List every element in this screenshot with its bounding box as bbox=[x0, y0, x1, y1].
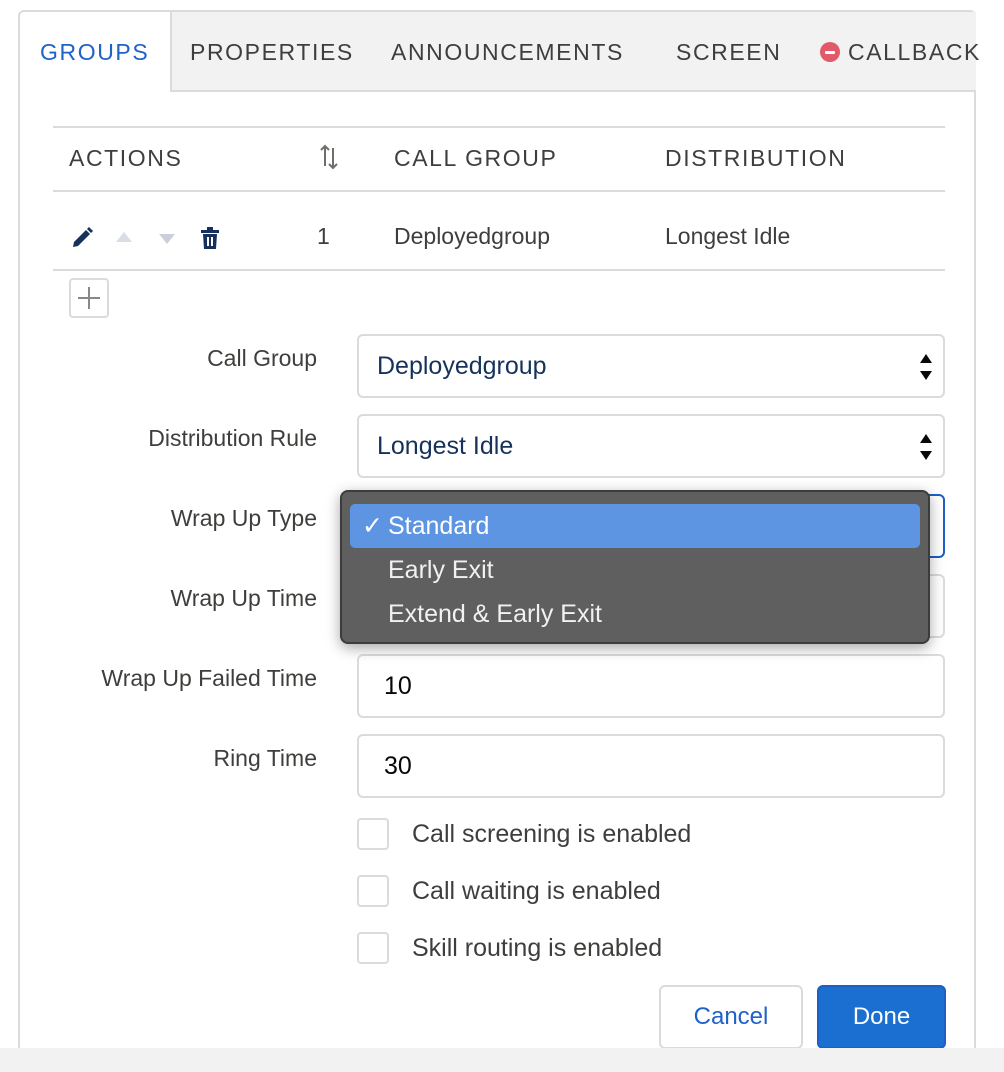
dropdown-option-label: Standard bbox=[388, 512, 490, 540]
row-call-group: Deployedgroup bbox=[394, 223, 551, 249]
call-group-value: Deployedgroup bbox=[377, 352, 547, 380]
dropdown-option-early-exit[interactable]: Early Exit bbox=[350, 548, 920, 592]
header-actions: ACTIONS bbox=[69, 145, 183, 171]
select-arrows-icon bbox=[920, 434, 932, 460]
distribution-rule-select[interactable]: Longest Idle bbox=[357, 414, 945, 478]
call-waiting-checkbox[interactable] bbox=[357, 875, 389, 907]
call-screening-checkbox[interactable] bbox=[357, 818, 389, 850]
plus-icon bbox=[78, 287, 100, 309]
trash-icon[interactable] bbox=[200, 226, 220, 255]
cancel-button[interactable]: Cancel bbox=[659, 985, 803, 1049]
pencil-icon[interactable] bbox=[70, 226, 94, 255]
distribution-rule-value: Longest Idle bbox=[377, 432, 514, 460]
call-group-label: Call Group bbox=[207, 345, 317, 371]
header-distribution: DISTRIBUTION bbox=[665, 145, 847, 171]
table-header-border bbox=[53, 190, 945, 192]
wrap-up-failed-time-label: Wrap Up Failed Time bbox=[101, 665, 317, 691]
header-call-group: CALL GROUP bbox=[394, 145, 558, 171]
arrow-down-icon[interactable] bbox=[157, 232, 177, 251]
dropdown-option-standard[interactable]: ✓ Standard bbox=[350, 504, 920, 548]
table-bottom-border bbox=[53, 269, 945, 271]
skill-routing-checkbox[interactable] bbox=[357, 932, 389, 964]
ring-time-input[interactable]: 30 bbox=[357, 734, 945, 798]
row-order: 1 bbox=[317, 223, 330, 249]
distribution-rule-label: Distribution Rule bbox=[148, 425, 317, 451]
tab-callback[interactable]: CALLBACK bbox=[820, 12, 981, 92]
wrap-up-type-dropdown: ✓ Standard Early Exit Extend & Early Exit bbox=[340, 490, 930, 644]
dropdown-option-label: Extend & Early Exit bbox=[388, 600, 602, 628]
checkmark-icon: ✓ bbox=[362, 512, 383, 540]
add-group-button[interactable] bbox=[69, 278, 109, 318]
select-arrows-icon bbox=[920, 354, 932, 380]
tab-announcements[interactable]: ANNOUNCEMENTS bbox=[391, 12, 624, 92]
call-group-select[interactable]: Deployedgroup bbox=[357, 334, 945, 398]
tab-bar: GROUPS PROPERTIES ANNOUNCEMENTS SCREEN C… bbox=[20, 12, 979, 92]
skill-routing-label[interactable]: Skill routing is enabled bbox=[412, 932, 662, 964]
ring-time-label: Ring Time bbox=[213, 745, 317, 771]
tab-groups[interactable]: GROUPS bbox=[20, 12, 172, 92]
call-waiting-label[interactable]: Call waiting is enabled bbox=[412, 875, 661, 907]
dropdown-option-label: Early Exit bbox=[388, 556, 494, 584]
arrow-up-icon[interactable] bbox=[114, 230, 134, 249]
call-screening-label[interactable]: Call screening is enabled bbox=[412, 818, 691, 850]
tab-callback-label: CALLBACK bbox=[848, 39, 981, 65]
row-distribution: Longest Idle bbox=[665, 223, 791, 249]
footer-strip bbox=[0, 1048, 1004, 1072]
sort-icon[interactable] bbox=[319, 144, 339, 172]
tab-screen[interactable]: SCREEN bbox=[676, 12, 781, 92]
wrap-up-failed-time-input[interactable]: 10 bbox=[357, 654, 945, 718]
wrap-up-time-label: Wrap Up Time bbox=[170, 585, 317, 611]
dropdown-option-extend-early-exit[interactable]: Extend & Early Exit bbox=[350, 592, 920, 636]
minus-circle-icon bbox=[820, 42, 840, 62]
tab-properties[interactable]: PROPERTIES bbox=[190, 12, 354, 92]
wrap-up-type-label: Wrap Up Type bbox=[170, 505, 317, 531]
done-button[interactable]: Done bbox=[817, 985, 946, 1049]
